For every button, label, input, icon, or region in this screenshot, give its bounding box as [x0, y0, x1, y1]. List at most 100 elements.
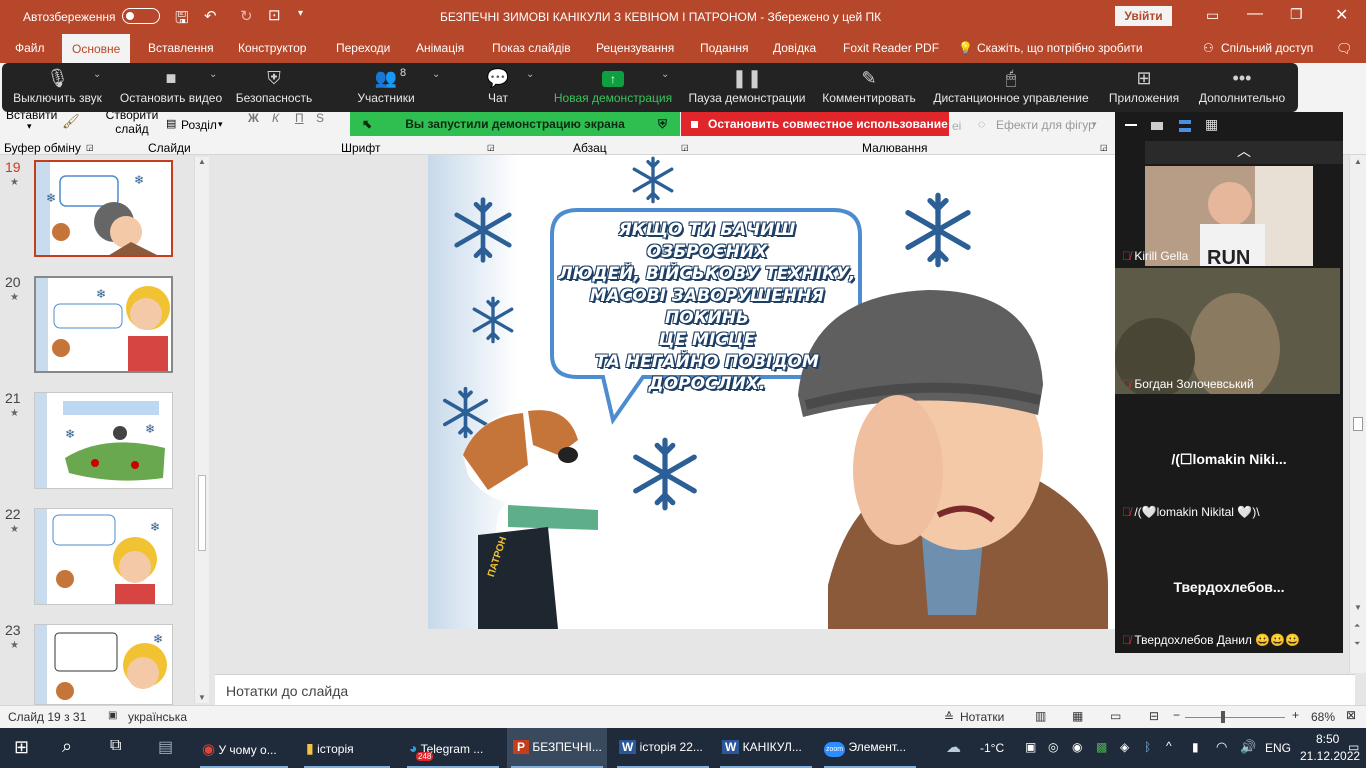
- minimize-view-icon[interactable]: [1125, 124, 1137, 126]
- taskbar-explorer[interactable]: ▮ історія: [300, 728, 394, 768]
- volume-icon[interactable]: 🔊: [1240, 739, 1256, 755]
- fit-slide-icon[interactable]: ⊠: [1346, 708, 1356, 722]
- scroll-up-icon[interactable]: ▲: [198, 157, 206, 166]
- taskbar-telegram[interactable]: ◕ Telegram ...: [403, 728, 503, 768]
- editor-scrollbar[interactable]: ▲ ▼ ⏶ ⏷: [1349, 155, 1366, 673]
- shadow-icon[interactable]: S: [316, 111, 324, 125]
- effects-caret-icon[interactable]: ▾: [1092, 119, 1097, 130]
- tab-insert[interactable]: Вставлення: [148, 41, 214, 55]
- language-indicator[interactable]: українська: [128, 710, 187, 724]
- tray-app-icon[interactable]: ▣: [1025, 740, 1036, 754]
- taskbar-chrome[interactable]: ◉ У чому о...: [196, 728, 292, 768]
- apps-button[interactable]: ⊞ Приложения: [1103, 63, 1185, 112]
- tab-animations[interactable]: Анімація: [416, 41, 464, 55]
- tab-file[interactable]: Файл: [15, 41, 45, 55]
- tab-transitions[interactable]: Переходи: [336, 41, 390, 55]
- slide-thumbnail-23[interactable]: ❄: [34, 624, 173, 705]
- slide-thumbnail-20[interactable]: ❄: [34, 276, 173, 373]
- clipboard-launcher-icon[interactable]: ◲: [86, 143, 94, 152]
- minimize-icon[interactable]: —: [1247, 5, 1263, 23]
- pin-icon[interactable]: ⬉: [362, 112, 372, 136]
- reading-view-icon[interactable]: ▭: [1110, 709, 1121, 723]
- zoom-level[interactable]: 68%: [1311, 710, 1335, 724]
- tell-me-search[interactable]: Скажіть, що потрібно зробити: [977, 41, 1143, 55]
- windows-start-icon[interactable]: ⊞: [14, 737, 29, 758]
- scroll-down-icon[interactable]: ▼: [1354, 603, 1362, 612]
- format-painter-icon[interactable]: 🖌: [62, 113, 80, 130]
- chat-caret-icon[interactable]: ⌄: [526, 69, 534, 80]
- close-icon[interactable]: ✕: [1335, 5, 1348, 25]
- slide-thumbnail-19[interactable]: ❄ ❄: [34, 160, 173, 257]
- taskbar-zoom[interactable]: zoom Элемент...: [820, 728, 920, 768]
- tray-app-icon[interactable]: ◎: [1048, 740, 1058, 754]
- undo-icon[interactable]: ↶: [204, 7, 217, 25]
- new-slide-button[interactable]: Створити слайд: [102, 108, 162, 136]
- scroll-up-button[interactable]: ︿: [1145, 141, 1343, 164]
- qat-menu-icon[interactable]: ▾: [298, 8, 303, 19]
- share-caret-icon[interactable]: ⌄: [661, 69, 669, 80]
- mute-caret-icon[interactable]: ⌄: [93, 69, 101, 80]
- gallery-view-icon[interactable]: ▦: [1205, 116, 1218, 133]
- tab-view[interactable]: Подання: [700, 41, 748, 55]
- tab-slideshow[interactable]: Показ слайдів: [492, 41, 571, 55]
- chat-button[interactable]: 💬 Чат: [480, 63, 516, 112]
- remote-control-button[interactable]: 🖱 Дистанционное управление: [930, 63, 1092, 112]
- present-icon[interactable]: ⊡: [268, 6, 281, 24]
- thumbnail-scrollbar[interactable]: ▲ ▼: [194, 157, 209, 703]
- bluetooth-icon[interactable]: ᛒ: [1144, 740, 1151, 754]
- next-slide-icon[interactable]: ⏷: [1354, 639, 1360, 649]
- underline-icon[interactable]: П: [295, 111, 304, 125]
- save-icon[interactable]: 🖫: [175, 7, 189, 34]
- italic-icon[interactable]: К: [272, 111, 279, 125]
- zoom-slider[interactable]: [1185, 717, 1285, 718]
- network-icon[interactable]: ▮: [1192, 740, 1199, 754]
- pause-share-button[interactable]: ❚❚ Пауза демонстрации: [685, 63, 809, 112]
- calculator-icon[interactable]: ▤: [158, 737, 173, 757]
- prev-slide-icon[interactable]: ⏶: [1354, 621, 1360, 631]
- font-launcher-icon[interactable]: ◲: [487, 143, 495, 152]
- tray-zoom-icon[interactable]: ◉: [1072, 740, 1082, 754]
- scrollbar-thumb[interactable]: [1353, 417, 1363, 431]
- strip-view-icon[interactable]: [1179, 120, 1191, 132]
- taskbar-powerpoint[interactable]: P БЕЗПЕЧНІ...: [507, 728, 607, 768]
- video-caret-icon[interactable]: ⌄: [209, 69, 217, 80]
- wifi-icon[interactable]: ◠: [1216, 739, 1227, 755]
- shape-outline-icon[interactable]: ei: [952, 119, 961, 133]
- section-button[interactable]: Розділ: [181, 118, 217, 132]
- slide-sorter-icon[interactable]: ▦: [1072, 709, 1083, 723]
- spellcheck-icon[interactable]: ▣: [108, 710, 117, 721]
- search-icon[interactable]: ⌕: [62, 736, 72, 757]
- tray-app-icon[interactable]: ▩: [1096, 740, 1107, 754]
- annotate-button[interactable]: ✎ Комментировать: [819, 63, 919, 112]
- new-share-button[interactable]: ↑ Новая демонстрация: [551, 63, 675, 112]
- more-button[interactable]: ••• Дополнительно: [1194, 63, 1290, 112]
- shape-effects-button[interactable]: Ефекти для фігур: [996, 118, 1095, 132]
- scroll-up-icon[interactable]: ▲: [1354, 157, 1362, 166]
- zoom-slider-thumb[interactable]: [1221, 711, 1225, 723]
- weather-temp[interactable]: -1°C: [980, 741, 1004, 755]
- input-language[interactable]: ENG: [1265, 741, 1291, 755]
- notes-toggle-button[interactable]: Нотатки: [960, 710, 1004, 724]
- normal-view-icon[interactable]: ▥: [1035, 709, 1046, 723]
- maximize-icon[interactable]: ❐: [1290, 6, 1303, 23]
- slide-thumbnail-22[interactable]: ❄: [34, 508, 173, 605]
- tab-help[interactable]: Довідка: [773, 41, 816, 55]
- stop-share-button[interactable]: Остановить совместное использование: [681, 112, 949, 136]
- bold-icon[interactable]: Ж: [248, 111, 259, 125]
- tab-review[interactable]: Рецензування: [596, 41, 674, 55]
- autosave-toggle[interactable]: [122, 8, 160, 24]
- comments-icon[interactable]: 🗨: [1336, 41, 1353, 57]
- slide-thumbnail-21[interactable]: ❄ ❄: [34, 392, 173, 489]
- ribbon-display-icon[interactable]: ▭: [1206, 7, 1219, 24]
- scrollbar-thumb[interactable]: [198, 475, 206, 551]
- section-caret-icon[interactable]: ▾: [218, 119, 223, 130]
- drawing-launcher-icon[interactable]: ◲: [1100, 143, 1108, 152]
- zoom-in-icon[interactable]: +: [1292, 708, 1299, 722]
- tab-home[interactable]: Основне: [62, 34, 131, 63]
- participants-caret-icon[interactable]: ⌄: [432, 69, 440, 80]
- paragraph-launcher-icon[interactable]: ◲: [681, 143, 689, 152]
- scroll-down-icon[interactable]: ▼: [198, 693, 206, 702]
- taskbar-word-2[interactable]: W КАНІКУЛ...: [716, 728, 816, 768]
- speaker-view-icon[interactable]: [1151, 122, 1163, 130]
- zoom-out-icon[interactable]: −: [1173, 708, 1180, 722]
